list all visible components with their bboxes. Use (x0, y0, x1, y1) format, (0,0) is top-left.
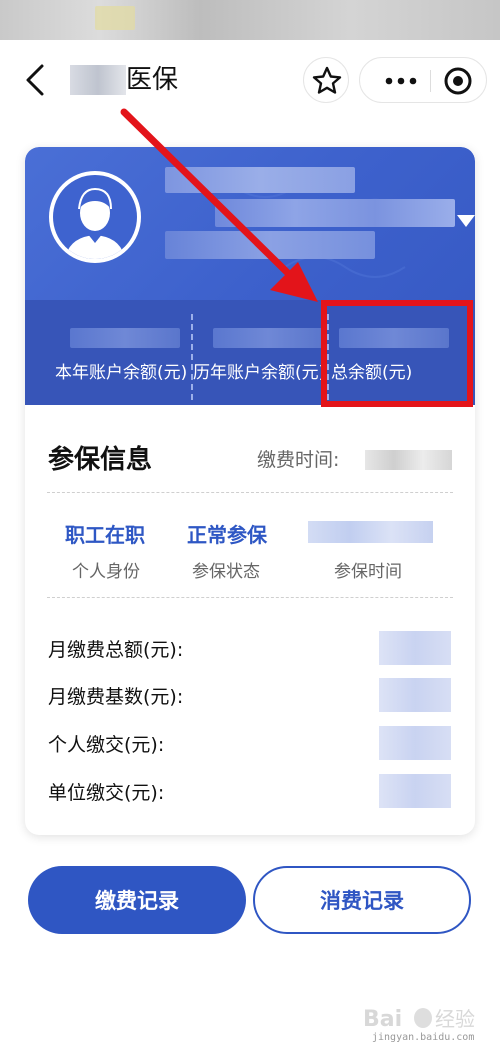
identity-value: 职工在职 (65, 523, 145, 547)
dashed-divider (47, 492, 453, 493)
close-target-icon[interactable] (440, 63, 476, 99)
balance-label: 历年账户余额(元) (193, 363, 326, 383)
pay-time-label: 缴费时间: (257, 449, 340, 471)
balance-strip: 本年账户余额(元) 历年账户余额(元) 总余额(元) (25, 300, 475, 405)
watermark-url: jingyan.baidu.com (372, 1032, 475, 1043)
avatar (49, 171, 141, 263)
account-header: 本年账户余额(元) 历年账户余额(元) 总余额(元) (25, 147, 475, 405)
insurance-card: 本年账户余额(元) 历年账户余额(元) 总余额(元) 参保信息 缴费时间: 职工… (25, 147, 475, 835)
capsule-divider (430, 70, 431, 92)
svg-text:经验: 经验 (435, 1007, 475, 1031)
balance-label: 本年账户余额(元) (55, 363, 188, 383)
star-icon (312, 66, 342, 94)
employer-contribution-value-blurred (379, 774, 451, 808)
balance-value-blurred (70, 328, 180, 348)
pay-time-value-blurred (365, 450, 452, 470)
dashed-divider (47, 597, 453, 598)
user-id-blurred (215, 199, 455, 227)
dropdown-caret-icon[interactable] (457, 215, 475, 227)
identity-label: 个人身份 (72, 562, 140, 582)
enroll-time-label: 参保时间 (334, 562, 402, 582)
balance-total: 总余额(元) (329, 300, 475, 405)
monthly-base-value-blurred (379, 678, 451, 712)
user-info-blurred (165, 231, 375, 259)
page-title: 医保 (126, 65, 179, 95)
status-bar (0, 0, 500, 40)
personal-contribution-label: 个人缴交(元): (48, 734, 165, 756)
monthly-base-label: 月缴费基数(元): (48, 686, 184, 708)
favorite-button[interactable] (303, 57, 349, 103)
monthly-total-value-blurred (379, 631, 451, 665)
balance-current-year: 本年账户余额(元) (25, 300, 193, 405)
nav-bar: 医保 (0, 40, 500, 120)
svg-text:Bai: Bai (363, 1007, 402, 1032)
payment-records-button[interactable]: 缴费记录 (28, 866, 246, 934)
status-value: 正常参保 (187, 523, 267, 547)
consumption-records-button[interactable]: 消费记录 (253, 866, 471, 934)
balance-label: 总余额(元) (331, 363, 413, 383)
nav-title-blurred (70, 65, 126, 95)
status-label: 参保状态 (192, 562, 260, 582)
back-arrow-icon[interactable] (22, 62, 52, 98)
more-icon[interactable] (376, 58, 426, 104)
enroll-time-value-blurred (308, 521, 433, 543)
user-avatar-icon (65, 187, 125, 259)
personal-contribution-value-blurred (379, 726, 451, 760)
mini-program-capsule (359, 57, 487, 103)
employer-contribution-label: 单位缴交(元): (48, 782, 165, 804)
section-title: 参保信息 (48, 445, 153, 475)
balance-value-blurred (339, 328, 449, 348)
monthly-total-label: 月缴费总额(元): (48, 639, 184, 661)
balance-value-blurred (213, 328, 323, 348)
balance-past-years: 历年账户余额(元) (193, 300, 328, 405)
user-name-blurred (165, 167, 355, 193)
